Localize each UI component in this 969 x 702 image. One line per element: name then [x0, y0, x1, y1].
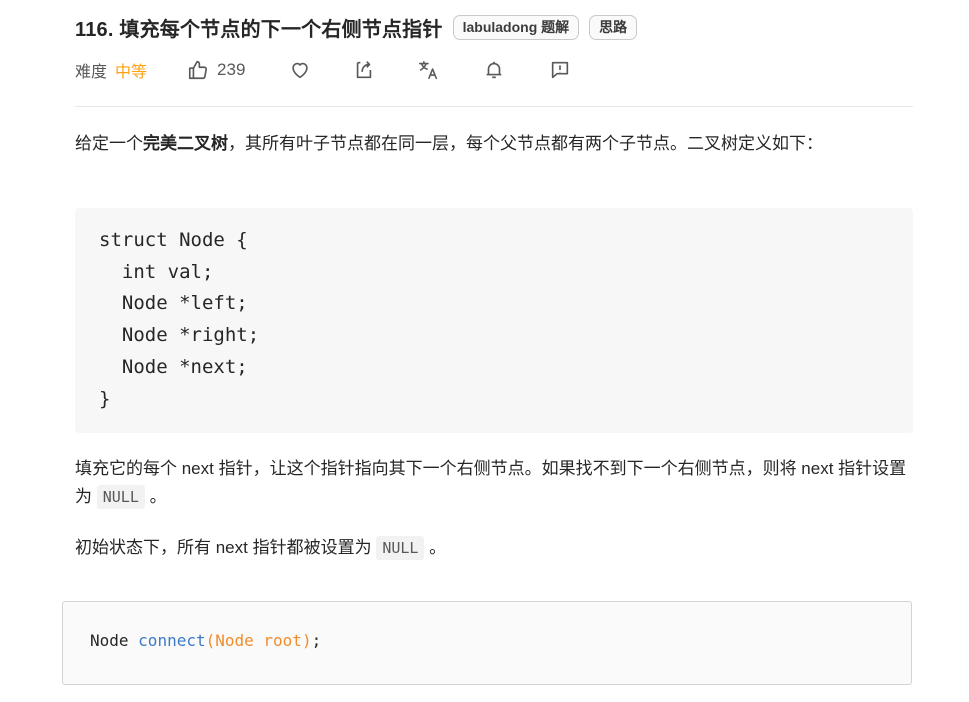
share-icon	[357, 61, 372, 79]
subscribe-button[interactable]	[483, 59, 505, 81]
p2-null-code: NULL	[96, 485, 145, 509]
editor-function-name: connect	[138, 631, 206, 650]
editor-return-type: Node	[90, 631, 129, 650]
problem-title: 116. 填充每个节点的下一个右侧节点指针	[75, 18, 443, 41]
struct-code-block: struct Node { int val; Node *left; Node …	[75, 208, 913, 433]
p1-text-post: ，其所有叶子节点都在同一层，每个父节点都有两个子节点。二叉树定义如下：	[228, 134, 823, 153]
meta-row: 难度 中等 239	[75, 56, 571, 84]
code-editor[interactable]: Node connect(Node root);	[62, 601, 912, 685]
like-count: 239	[217, 60, 246, 79]
p3-null-code: NULL	[376, 536, 425, 560]
problem-page: 116. 填充每个节点的下一个右侧节点指针 labuladong 题解 思路 难…	[0, 0, 969, 702]
feedback-icon	[552, 61, 569, 79]
tag-hint[interactable]: 思路	[589, 14, 638, 40]
divider	[75, 106, 913, 107]
struct-code: struct Node { int val; Node *left; Node …	[99, 229, 260, 410]
difficulty-label: 难度	[75, 64, 108, 81]
editor-semicolon: ;	[311, 631, 322, 650]
translate-button[interactable]	[417, 59, 439, 81]
translate-icon	[419, 60, 438, 80]
p1-text-pre: 给定一个	[75, 134, 143, 153]
thumbs-up-icon	[188, 60, 208, 80]
title-row: 116. 填充每个节点的下一个右侧节点指针 labuladong 题解 思路	[75, 12, 638, 42]
feedback-button[interactable]	[549, 59, 571, 81]
favorite-button[interactable]	[289, 59, 311, 81]
p1-text-bold: 完美二叉树	[143, 134, 228, 153]
heart-icon	[292, 62, 309, 79]
description-paragraph-1: 给定一个完美二叉树，其所有叶子节点都在同一层，每个父节点都有两个子节点。二叉树定…	[75, 130, 913, 158]
like-button[interactable]: 239	[187, 59, 245, 81]
p2-text-pre: 填充它的每个 next 指针，让这个指针指向其下一个右侧节点。如果找不到下一个右…	[75, 459, 907, 506]
editor-params: (Node root)	[205, 631, 312, 650]
description-paragraph-2: 填充它的每个 next 指针，让这个指针指向其下一个右侧节点。如果找不到下一个右…	[75, 455, 913, 511]
p3-text-pre: 初始状态下，所有 next 指针都被设置为	[75, 538, 377, 557]
description-paragraph-3: 初始状态下，所有 next 指针都被设置为 NULL 。	[75, 534, 913, 562]
difficulty-value: 中等	[115, 64, 148, 81]
tag-labuladong[interactable]: labuladong 题解	[452, 14, 580, 40]
share-button[interactable]	[353, 59, 375, 81]
p3-text-post: 。	[429, 538, 447, 557]
p2-text-post: 。	[149, 487, 167, 506]
bell-icon	[487, 61, 502, 79]
